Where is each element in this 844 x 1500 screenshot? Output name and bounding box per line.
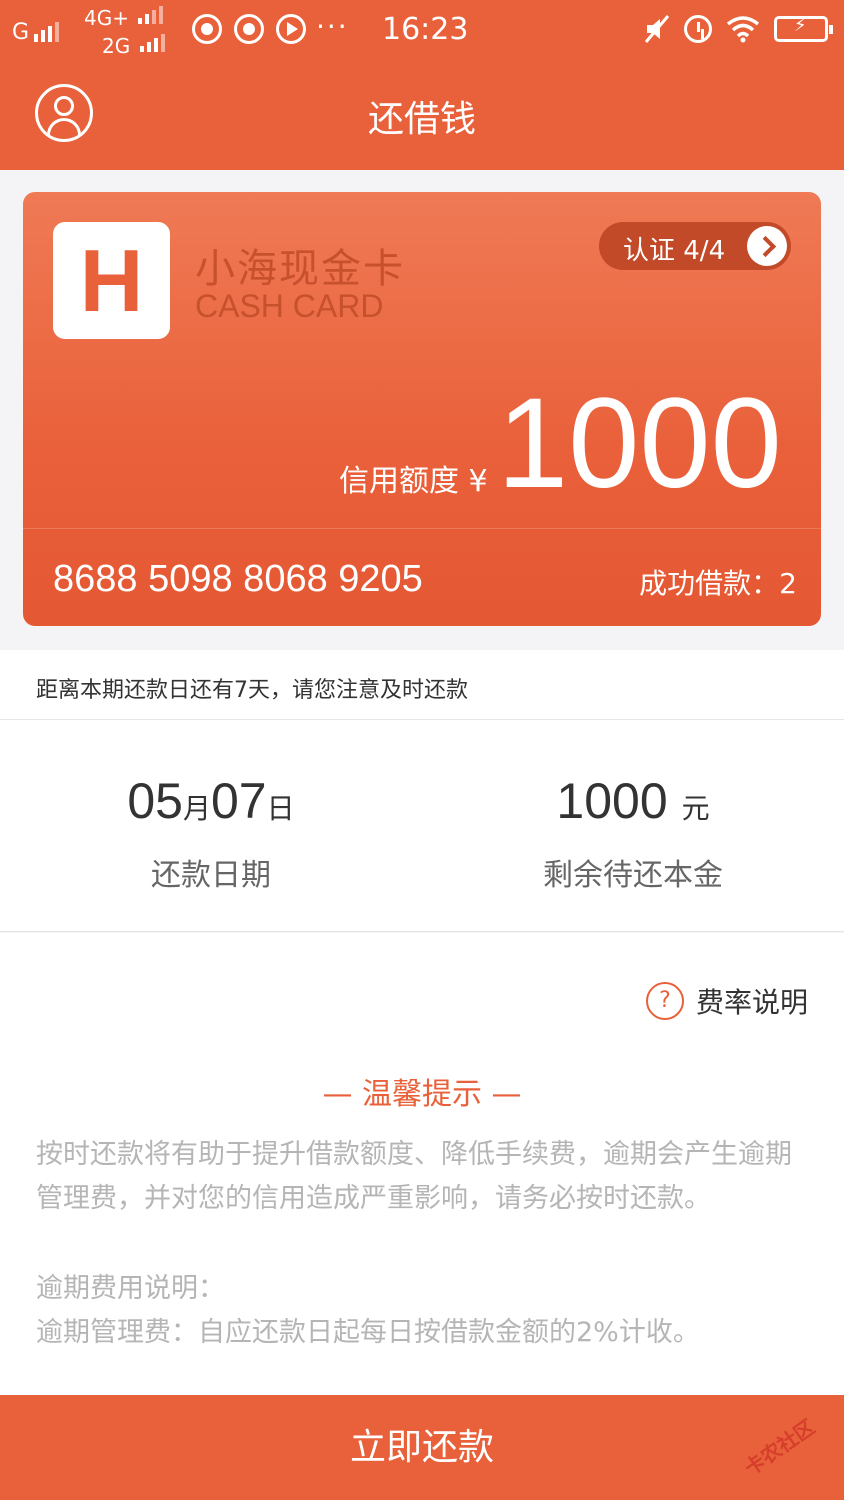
day-unit: 日	[266, 793, 295, 824]
auth-status-label: 认证 4/4	[623, 236, 726, 266]
app-header: 还借钱	[0, 62, 844, 170]
brand-logo: H	[53, 222, 170, 339]
due-month: 05	[127, 773, 183, 829]
credit-limit-label: 信用额度 ¥	[339, 464, 488, 499]
page-title: 还借钱	[367, 99, 476, 140]
signal-icon-tertiary	[140, 34, 165, 52]
credit-limit-amount: 1000	[497, 372, 782, 515]
principal-unit: 元	[681, 793, 710, 824]
successful-loans-count: 成功借款：2	[639, 567, 797, 600]
signal-icon-secondary	[138, 6, 163, 24]
principal-block: 1000 元 剩余待还本金	[422, 720, 844, 932]
cash-card: H 小海现金卡 CASH CARD 认证 4/4 信用额度 ¥ 1000 868…	[23, 192, 821, 626]
question-icon: ?	[645, 982, 684, 1020]
due-date-label: 还款日期	[151, 858, 271, 893]
card-number: 8688 5098 8068 9205	[53, 558, 423, 600]
month-unit: 月	[182, 793, 211, 824]
carrier-label: G	[12, 20, 30, 45]
overdue-text: 逾期管理费：自应还款日起每日按借款金额的2%计收。	[36, 1317, 700, 1348]
tip-title: — 温馨提示 —	[322, 1077, 522, 1112]
due-date-block: 05月07日 还款日期	[0, 720, 422, 932]
principal-value: 1000 元	[422, 772, 844, 830]
notification-app-icon	[192, 14, 222, 44]
alarm-icon	[684, 15, 712, 43]
wifi-icon	[726, 16, 760, 43]
due-day: 07	[211, 773, 267, 829]
status-time: 16:23	[382, 12, 469, 47]
network-type-bottom: 2G	[102, 34, 131, 58]
repay-now-button[interactable]: 立即还款	[0, 1395, 844, 1500]
status-bar: G 4G+ 2G ··· 16:23	[0, 0, 844, 62]
principal-label: 剩余待还本金	[543, 858, 723, 893]
mute-icon	[644, 15, 670, 43]
signal-icon	[34, 22, 59, 42]
info-section: ? 费率说明 — 温馨提示 — 按时还款将有助于提升借款额度、降低手续费，逾期会…	[0, 933, 844, 1395]
due-date-value: 05月07日	[0, 772, 422, 830]
card-divider	[23, 528, 821, 529]
overdue-title: 逾期费用说明：	[36, 1273, 225, 1304]
battery-icon	[774, 15, 833, 42]
play-icon	[276, 14, 306, 44]
chevron-right-icon	[747, 226, 787, 266]
principal-amount: 1000	[556, 773, 668, 829]
repayment-notice-text: 距离本期还款日还有7天，请您注意及时还款	[36, 678, 468, 703]
repayment-notice: 距离本期还款日还有7天，请您注意及时还款	[0, 650, 844, 720]
network-type-top: 4G+	[84, 6, 129, 30]
tip-text: 按时还款将有助于提升借款额度、降低手续费，逾期会产生逾期管理费，并对您的信用造成…	[36, 1139, 792, 1214]
brand-name: 小海现金卡	[195, 246, 405, 292]
notification-app-icon-2	[234, 14, 264, 44]
brand-name-en: CASH CARD	[195, 288, 384, 324]
top-bar: G 4G+ 2G ··· 16:23 ⚡ 还借钱	[0, 0, 844, 170]
rate-explanation-label: 费率说明	[695, 986, 808, 1019]
more-notifications: ···	[316, 10, 349, 43]
rate-explanation-link[interactable]: ? 费率说明	[645, 981, 808, 1021]
repayment-summary: 05月07日 还款日期 1000 元 剩余待还本金	[0, 720, 844, 932]
auth-status-button[interactable]: 认证 4/4	[599, 222, 791, 270]
